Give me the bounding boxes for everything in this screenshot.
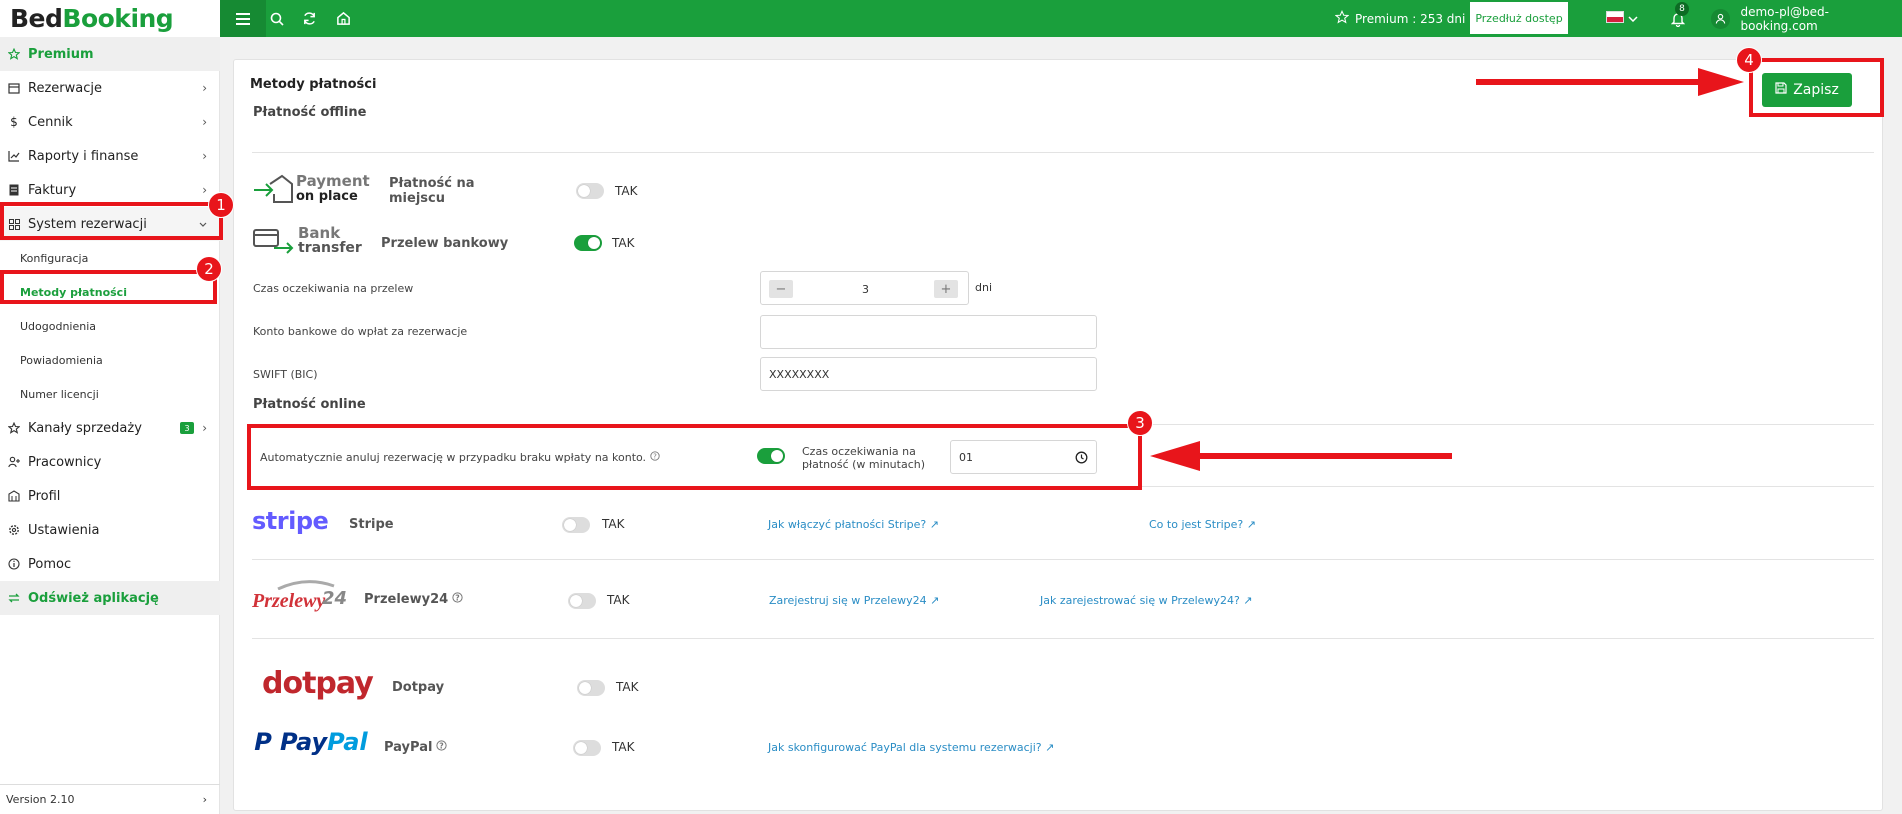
annotation-arrowhead-4: [1698, 68, 1744, 96]
annotation-arrowhead-3: [1150, 441, 1200, 471]
annotation-arrows: [1150, 68, 1744, 471]
